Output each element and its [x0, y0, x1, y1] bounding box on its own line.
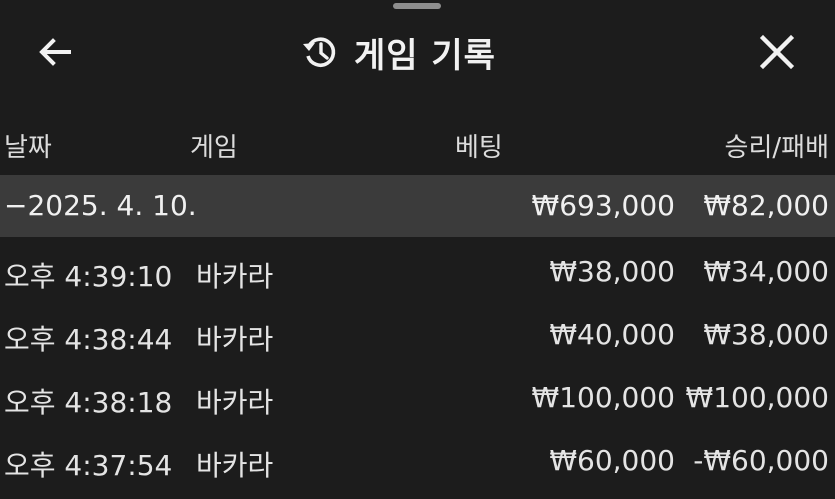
record-time: 오후 4:38:18 — [4, 386, 173, 419]
date-group-bet-total: ₩693,000 — [531, 189, 675, 222]
header: 게임 기록 — [0, 12, 835, 92]
history-icon — [303, 37, 336, 67]
table-row[interactable]: 오후 4:38:18 바카라 ₩100,000 ₩100,000 — [0, 366, 835, 429]
record-game: 바카라 — [196, 449, 274, 482]
close-button[interactable] — [752, 30, 802, 74]
date-group-date: −2025. 4. 10. — [4, 189, 197, 222]
record-game: 바카라 — [196, 260, 274, 293]
close-icon — [759, 34, 795, 70]
records-list: 오후 4:39:10 바카라 ₩38,000 ₩34,000 오후 4:38:4… — [0, 240, 835, 492]
table-row[interactable]: 오후 4:38:44 바카라 ₩40,000 ₩38,000 — [0, 303, 835, 366]
record-result: ₩100,000 — [685, 381, 829, 414]
record-result: ₩38,000 — [703, 318, 829, 351]
record-time: 오후 4:37:54 — [4, 449, 173, 482]
record-time: 오후 4:38:44 — [4, 323, 173, 356]
page-title: 게임 기록 — [354, 35, 496, 76]
arrow-left-icon — [39, 38, 71, 66]
game-history-sheet: 게임 기록 날짜 게임 베팅 승리/패배 −2025. 4. 10. ₩693,… — [0, 0, 835, 499]
date-group-result-total: ₩82,000 — [703, 189, 829, 222]
record-bet: ₩38,000 — [549, 255, 675, 288]
table-row[interactable]: 오후 4:39:10 바카라 ₩38,000 ₩34,000 — [0, 240, 835, 303]
column-header-bet: 베팅 — [455, 133, 503, 163]
record-time: 오후 4:39:10 — [4, 260, 173, 293]
sheet-grabber[interactable] — [393, 3, 441, 9]
record-bet: ₩40,000 — [549, 318, 675, 351]
column-headers: 날짜 게임 베팅 승리/패배 — [0, 115, 835, 171]
column-header-result: 승리/패배 — [724, 133, 829, 163]
date-group-row[interactable]: −2025. 4. 10. ₩693,000 ₩82,000 — [0, 175, 835, 237]
back-button[interactable] — [30, 30, 80, 74]
column-header-date: 날짜 — [4, 133, 52, 163]
record-result: -₩60,000 — [693, 444, 829, 477]
record-game: 바카라 — [196, 386, 274, 419]
record-result: ₩34,000 — [703, 255, 829, 288]
column-header-game: 게임 — [190, 133, 238, 163]
record-bet: ₩100,000 — [531, 381, 675, 414]
table-row[interactable]: 오후 4:37:54 바카라 ₩60,000 -₩60,000 — [0, 429, 835, 492]
page-title-group: 게임 기록 — [300, 26, 496, 78]
record-game: 바카라 — [196, 323, 274, 356]
record-bet: ₩60,000 — [549, 444, 675, 477]
